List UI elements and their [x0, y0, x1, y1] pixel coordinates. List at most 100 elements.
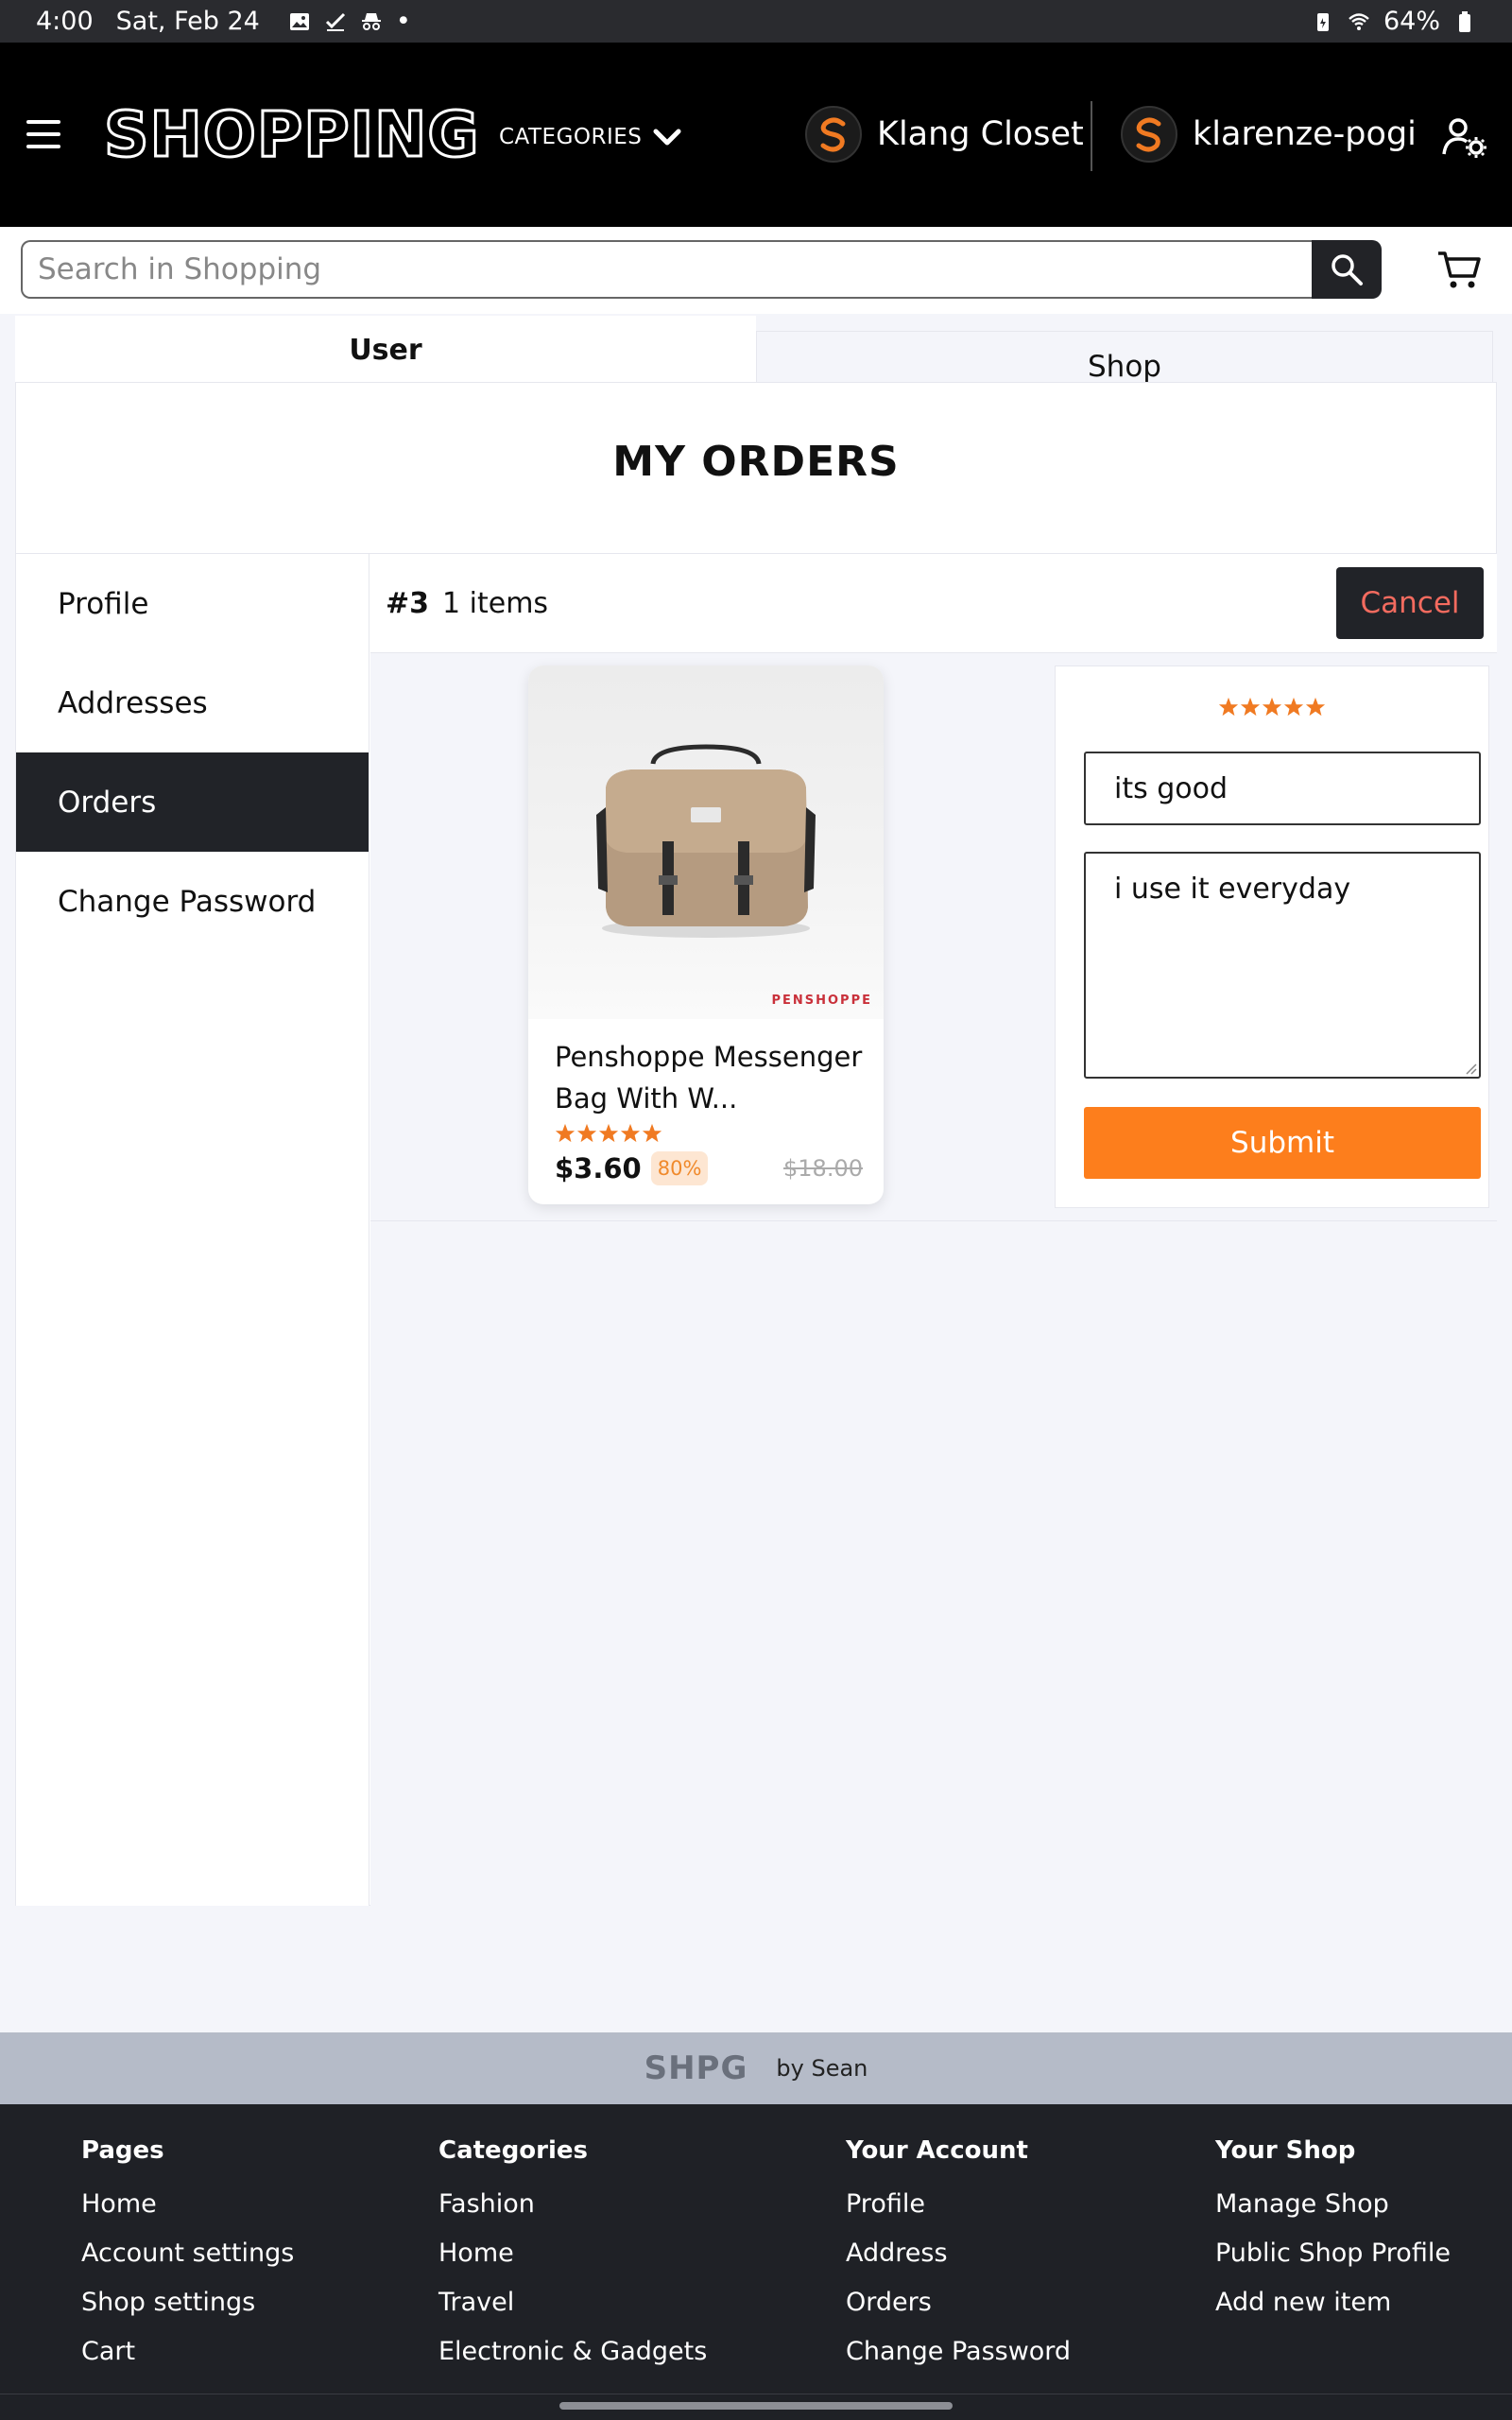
- wifi-icon: [1349, 12, 1369, 30]
- sidebar-item-orders[interactable]: Orders: [16, 752, 369, 852]
- resize-handle-icon[interactable]: [1464, 1062, 1477, 1075]
- footer-link-address[interactable]: Address: [846, 2229, 1071, 2278]
- footer-heading: Your Account: [846, 2136, 1028, 2165]
- footer: Pages Home Account settings Shop setting…: [0, 2104, 1512, 2420]
- footer-heading: Pages: [81, 2136, 164, 2165]
- footer-link-change-password[interactable]: Change Password: [846, 2327, 1071, 2377]
- sidebar-item-addresses[interactable]: Addresses: [16, 653, 369, 752]
- star-icon: [642, 1123, 662, 1143]
- review-form: its good i use it everyday Submit: [1055, 666, 1489, 1208]
- footer-link-public-shop-profile[interactable]: Public Shop Profile: [1215, 2229, 1451, 2278]
- discount-badge: 80%: [650, 1151, 709, 1185]
- order-header: #3 1 items Cancel: [370, 554, 1497, 653]
- orders-content: #3 1 items Cancel PENSHOPPE Penshoppe Me…: [370, 554, 1497, 1906]
- search-icon: [1332, 254, 1363, 285]
- page-title: MY ORDERS: [612, 438, 900, 486]
- review-rating-input[interactable]: [1056, 697, 1488, 717]
- footer-heading: Your Shop: [1215, 2136, 1356, 2165]
- tab-user[interactable]: User: [15, 316, 756, 384]
- battery-icon: [1459, 10, 1470, 32]
- star-icon[interactable]: [1262, 697, 1282, 717]
- footer-link-cart[interactable]: Cart: [81, 2327, 294, 2377]
- product-rating: [555, 1123, 662, 1144]
- footer-link-profile[interactable]: Profile: [846, 2180, 1071, 2229]
- footer-logo: SHPG: [644, 2049, 748, 2087]
- header-divider: [1091, 101, 1092, 171]
- notification-dot: •: [395, 7, 411, 36]
- sidebar-item-profile[interactable]: Profile: [16, 554, 369, 653]
- home-indicator[interactable]: [559, 2402, 953, 2410]
- footer-link-electronics[interactable]: Electronic & Gadgets: [438, 2327, 707, 2377]
- status-time: 4:00: [36, 7, 94, 36]
- battery-saver-icon: [1316, 12, 1329, 31]
- cart-icon[interactable]: [1436, 248, 1482, 291]
- status-bar: 4:00 Sat, Feb 24 • 64%: [0, 0, 1512, 43]
- review-title-input[interactable]: its good: [1084, 752, 1481, 825]
- task-check-icon: [325, 12, 345, 31]
- search-bar: Search in Shopping: [0, 227, 1512, 314]
- order-item: PENSHOPPE Penshoppe Messenger Bag With W…: [370, 654, 1497, 1221]
- cancel-order-button[interactable]: Cancel: [1336, 567, 1484, 639]
- main-panel: MY ORDERS Profile Addresses Orders Chang…: [15, 382, 1497, 1906]
- user-profile-link[interactable]: klarenze-pogi: [1121, 103, 1417, 165]
- review-body-textarea[interactable]: i use it everyday: [1084, 852, 1481, 1079]
- product-card[interactable]: PENSHOPPE Penshoppe Messenger Bag With W…: [528, 666, 884, 1204]
- footer-link-fashion[interactable]: Fashion: [438, 2180, 707, 2229]
- battery-percent: 64%: [1383, 7, 1440, 36]
- incognito-icon: [361, 12, 381, 30]
- sidebar-item-change-password[interactable]: Change Password: [16, 852, 369, 951]
- original-price: $18.00: [783, 1155, 863, 1182]
- star-icon[interactable]: [1218, 697, 1239, 717]
- star-icon[interactable]: [1305, 697, 1326, 717]
- search-button[interactable]: [1312, 240, 1382, 299]
- product-name: Penshoppe Messenger Bag With W...: [555, 1041, 863, 1115]
- footer-link-manage-shop[interactable]: Manage Shop: [1215, 2180, 1451, 2229]
- product-price: $3.60: [555, 1152, 642, 1184]
- footer-heading: Categories: [438, 2136, 589, 2165]
- order-item-count: 1 items: [442, 586, 549, 620]
- footer-link-account-settings[interactable]: Account settings: [81, 2229, 294, 2278]
- footer-link-home[interactable]: Home: [81, 2180, 294, 2229]
- review-body-text: i use it everyday: [1114, 873, 1351, 906]
- shopping-logo[interactable]: SHOPPING: [103, 97, 481, 172]
- footer-link-orders[interactable]: Orders: [846, 2278, 1071, 2327]
- gallery-icon: [289, 12, 309, 30]
- brand-tag: PENSHOPPE: [771, 994, 872, 1008]
- star-icon: [576, 1123, 597, 1143]
- star-icon[interactable]: [1240, 697, 1261, 717]
- footer-link-home-category[interactable]: Home: [438, 2229, 707, 2278]
- user-avatar-icon: [1121, 106, 1177, 163]
- categories-dropdown[interactable]: CATEGORIES: [499, 118, 681, 156]
- tab-shop[interactable]: Shop: [756, 331, 1493, 386]
- price-row: $3.60 80% $18.00: [555, 1148, 863, 1189]
- user-settings-icon[interactable]: [1442, 116, 1487, 158]
- footer-link-travel[interactable]: Travel: [438, 2278, 707, 2327]
- shop-name: Klang Closet: [877, 115, 1084, 153]
- star-icon: [555, 1123, 576, 1143]
- footer-credit: by Sean: [776, 2055, 868, 2082]
- star-icon: [620, 1123, 641, 1143]
- shop-avatar-icon: [805, 106, 862, 163]
- footer-column-shop: Your Shop Manage Shop Public Shop Profil…: [1215, 2136, 1451, 2327]
- top-navbar: SHOPPING CATEGORIES Klang Closet klarenz…: [0, 43, 1512, 227]
- categories-label: CATEGORIES: [499, 125, 643, 149]
- product-image: PENSHOPPE: [528, 666, 884, 1019]
- footer-column-categories: Categories Fashion Home Travel Electroni…: [438, 2136, 707, 2377]
- shop-profile-link[interactable]: Klang Closet: [805, 103, 1084, 165]
- footer-brand-band: SHPG by Sean: [0, 2032, 1512, 2104]
- username: klarenze-pogi: [1193, 115, 1417, 153]
- chevron-down-icon: [653, 129, 681, 146]
- footer-link-shop-settings[interactable]: Shop settings: [81, 2278, 294, 2327]
- menu-icon[interactable]: [26, 120, 60, 148]
- footer-column-pages: Pages Home Account settings Shop setting…: [81, 2136, 294, 2377]
- footer-column-account: Your Account Profile Address Orders Chan…: [846, 2136, 1071, 2377]
- order-number: #3: [386, 586, 430, 620]
- account-sidebar: Profile Addresses Orders Change Password: [16, 554, 369, 1906]
- search-placeholder: Search in Shopping: [38, 252, 322, 286]
- search-input[interactable]: Search in Shopping: [21, 240, 1312, 299]
- star-icon[interactable]: [1283, 697, 1304, 717]
- star-icon: [598, 1123, 619, 1143]
- footer-link-add-new-item[interactable]: Add new item: [1215, 2278, 1451, 2327]
- status-date: Sat, Feb 24: [115, 7, 260, 36]
- submit-review-button[interactable]: Submit: [1084, 1107, 1481, 1179]
